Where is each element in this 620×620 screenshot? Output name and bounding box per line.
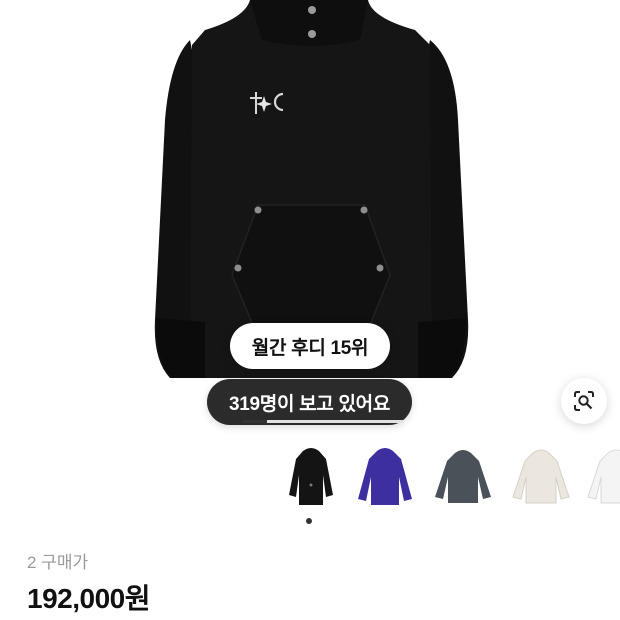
thumbnail-white-hoodie[interactable] xyxy=(583,440,620,512)
purchase-count: 2 구매가 xyxy=(27,553,89,572)
image-progress-bar xyxy=(243,420,403,423)
hoodie-thumbnail-icon xyxy=(587,449,620,504)
lens-search-icon xyxy=(574,391,594,411)
thumbnail-purple-hoodie[interactable] xyxy=(352,440,418,512)
selected-thumbnail-indicator xyxy=(306,518,312,524)
viewers-badge: 319명이 보고 있어요 xyxy=(207,379,412,425)
rank-badge: 월간 후디 15위 xyxy=(230,323,390,369)
hoodie-thumbnail-icon xyxy=(289,448,333,505)
image-search-button[interactable] xyxy=(561,378,607,424)
thumbnail-black-hoodie[interactable] xyxy=(278,440,344,512)
hoodie-thumbnail-icon xyxy=(435,450,491,503)
hoodie-thumbnail-icon xyxy=(512,449,570,504)
thumbnail-gray-hoodie[interactable] xyxy=(430,440,496,512)
price: 192,000원 xyxy=(27,583,150,614)
thumbnail-cream-hoodie[interactable] xyxy=(508,440,574,512)
image-progress-fill xyxy=(243,420,267,423)
color-thumbnail-list xyxy=(0,440,620,520)
hoodie-thumbnail-icon xyxy=(358,448,412,505)
